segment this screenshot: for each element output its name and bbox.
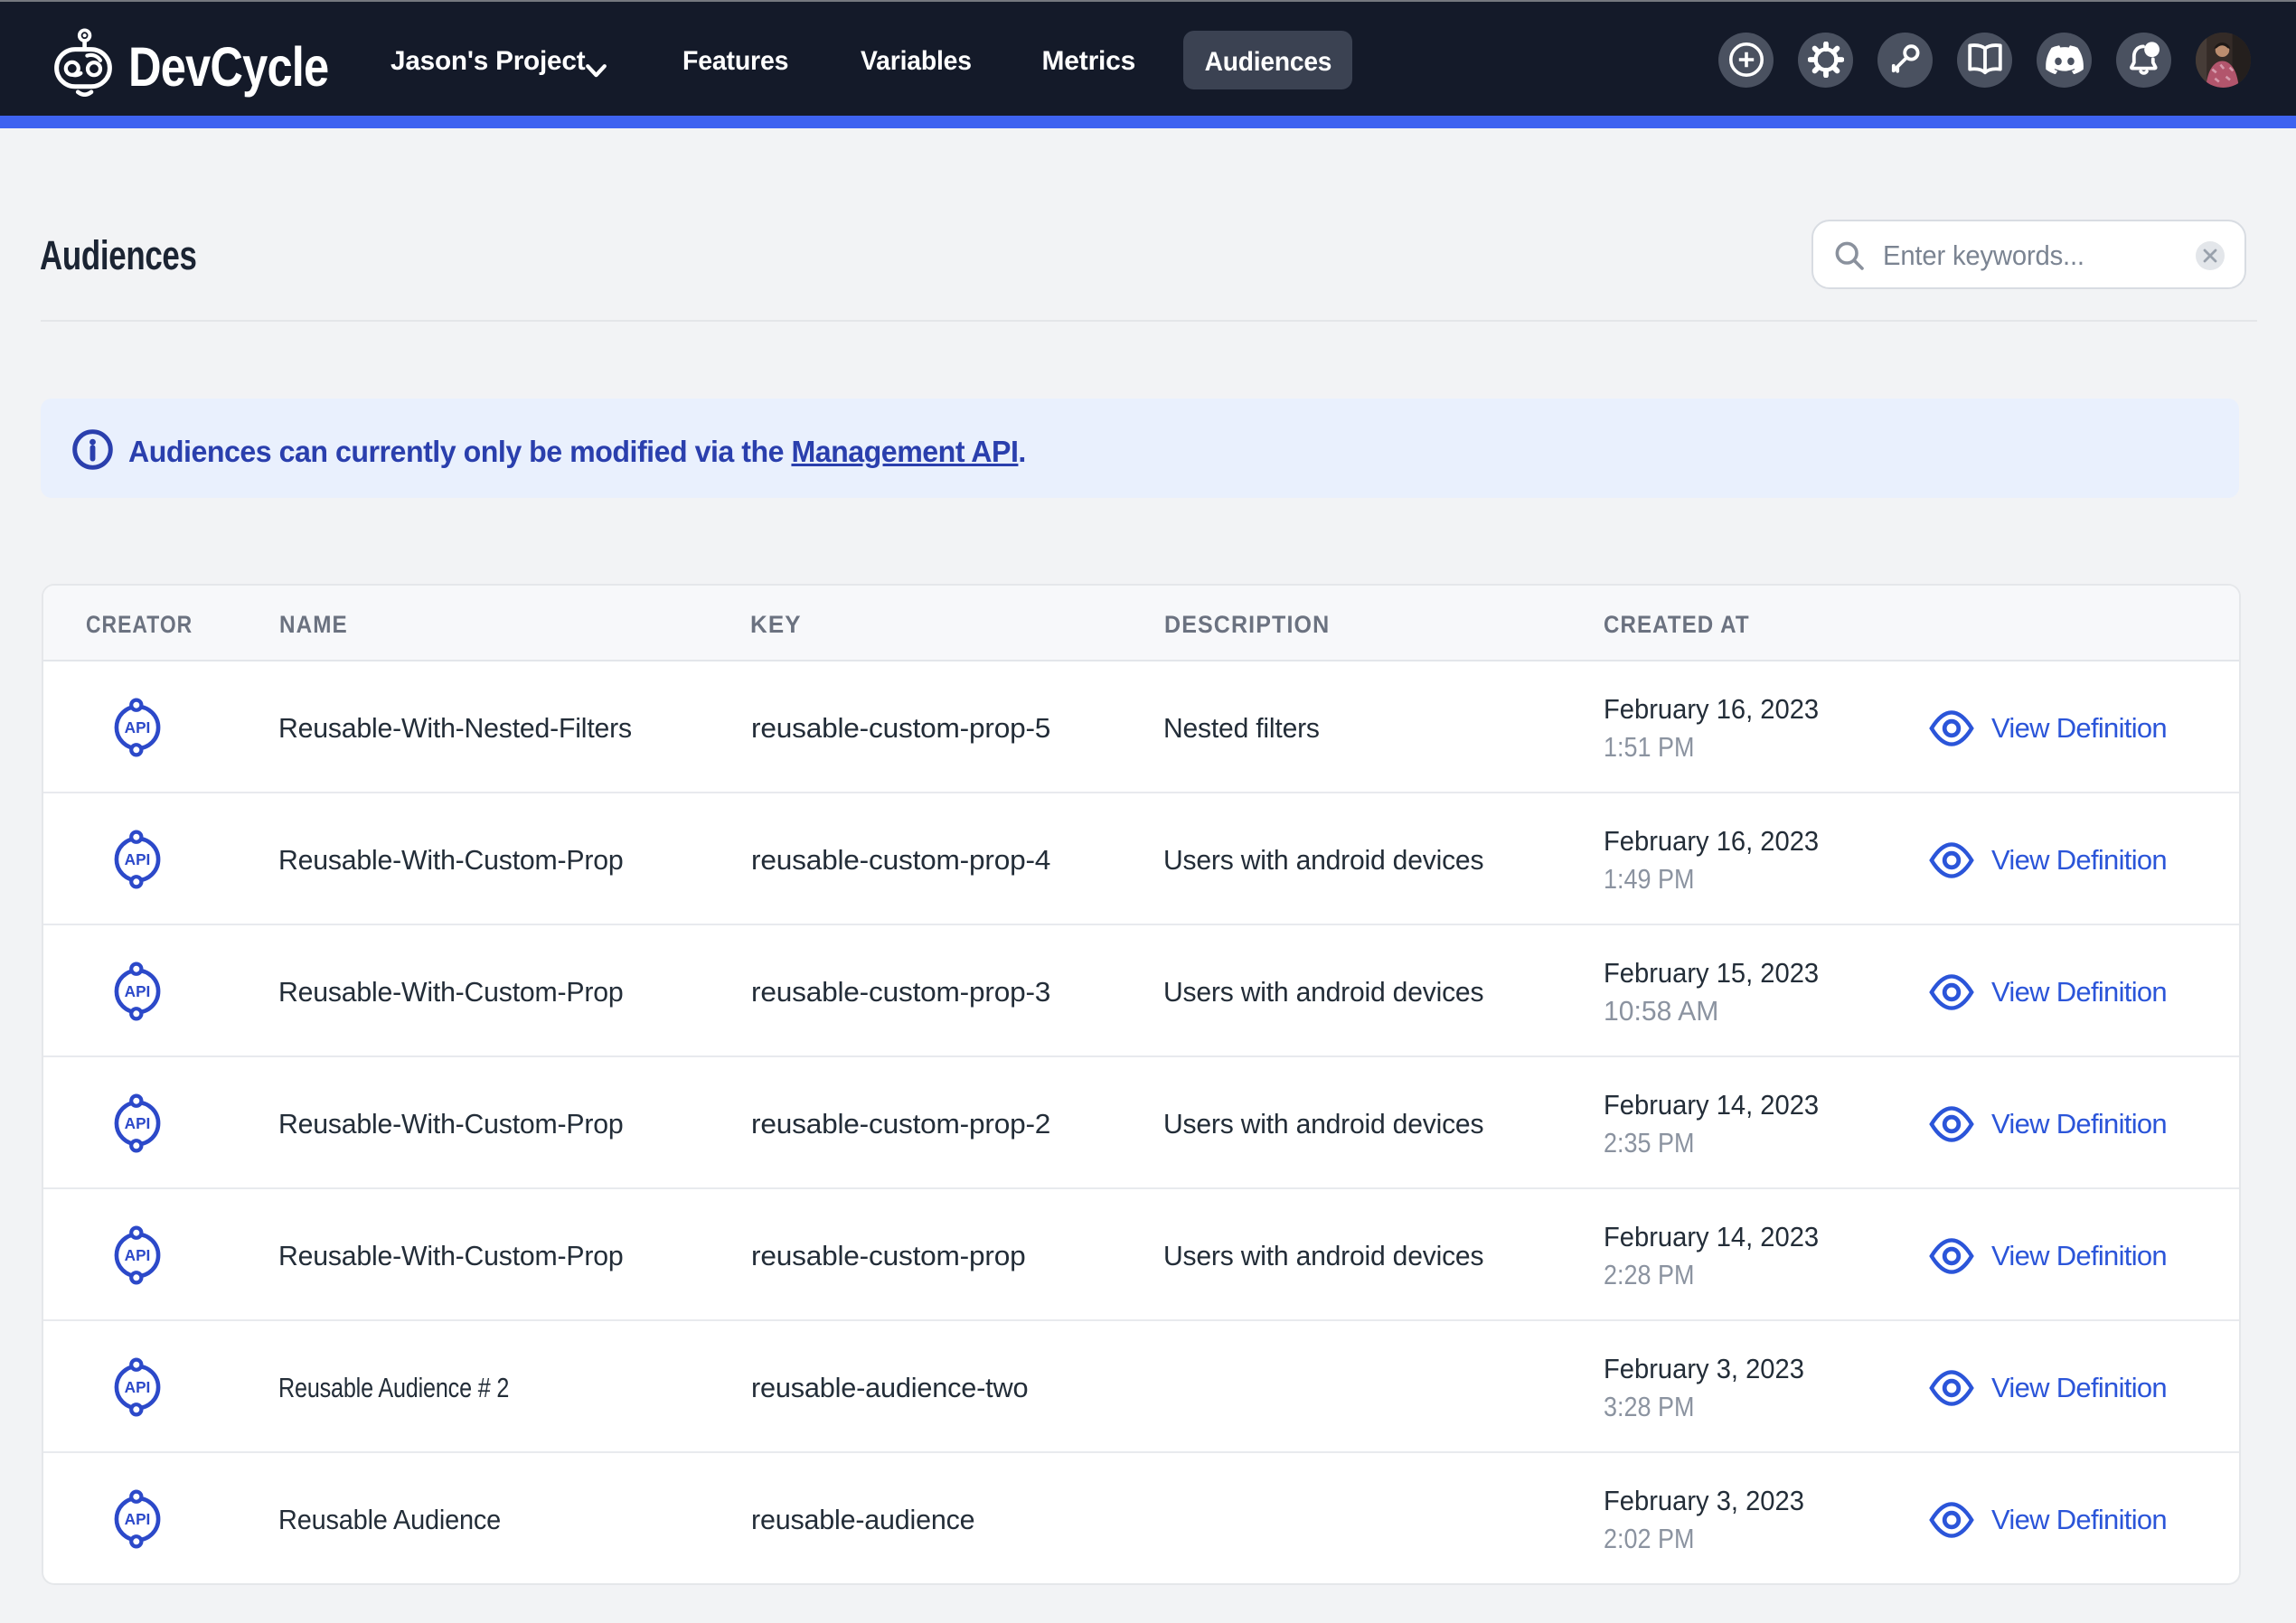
svg-text:API: API <box>125 850 151 868</box>
svg-text:API: API <box>125 982 151 1000</box>
svg-text:API: API <box>125 718 151 736</box>
svg-text:API: API <box>125 1378 151 1396</box>
svg-text:API: API <box>125 1510 151 1528</box>
svg-text:API: API <box>125 1114 151 1132</box>
svg-text:API: API <box>125 1246 151 1264</box>
